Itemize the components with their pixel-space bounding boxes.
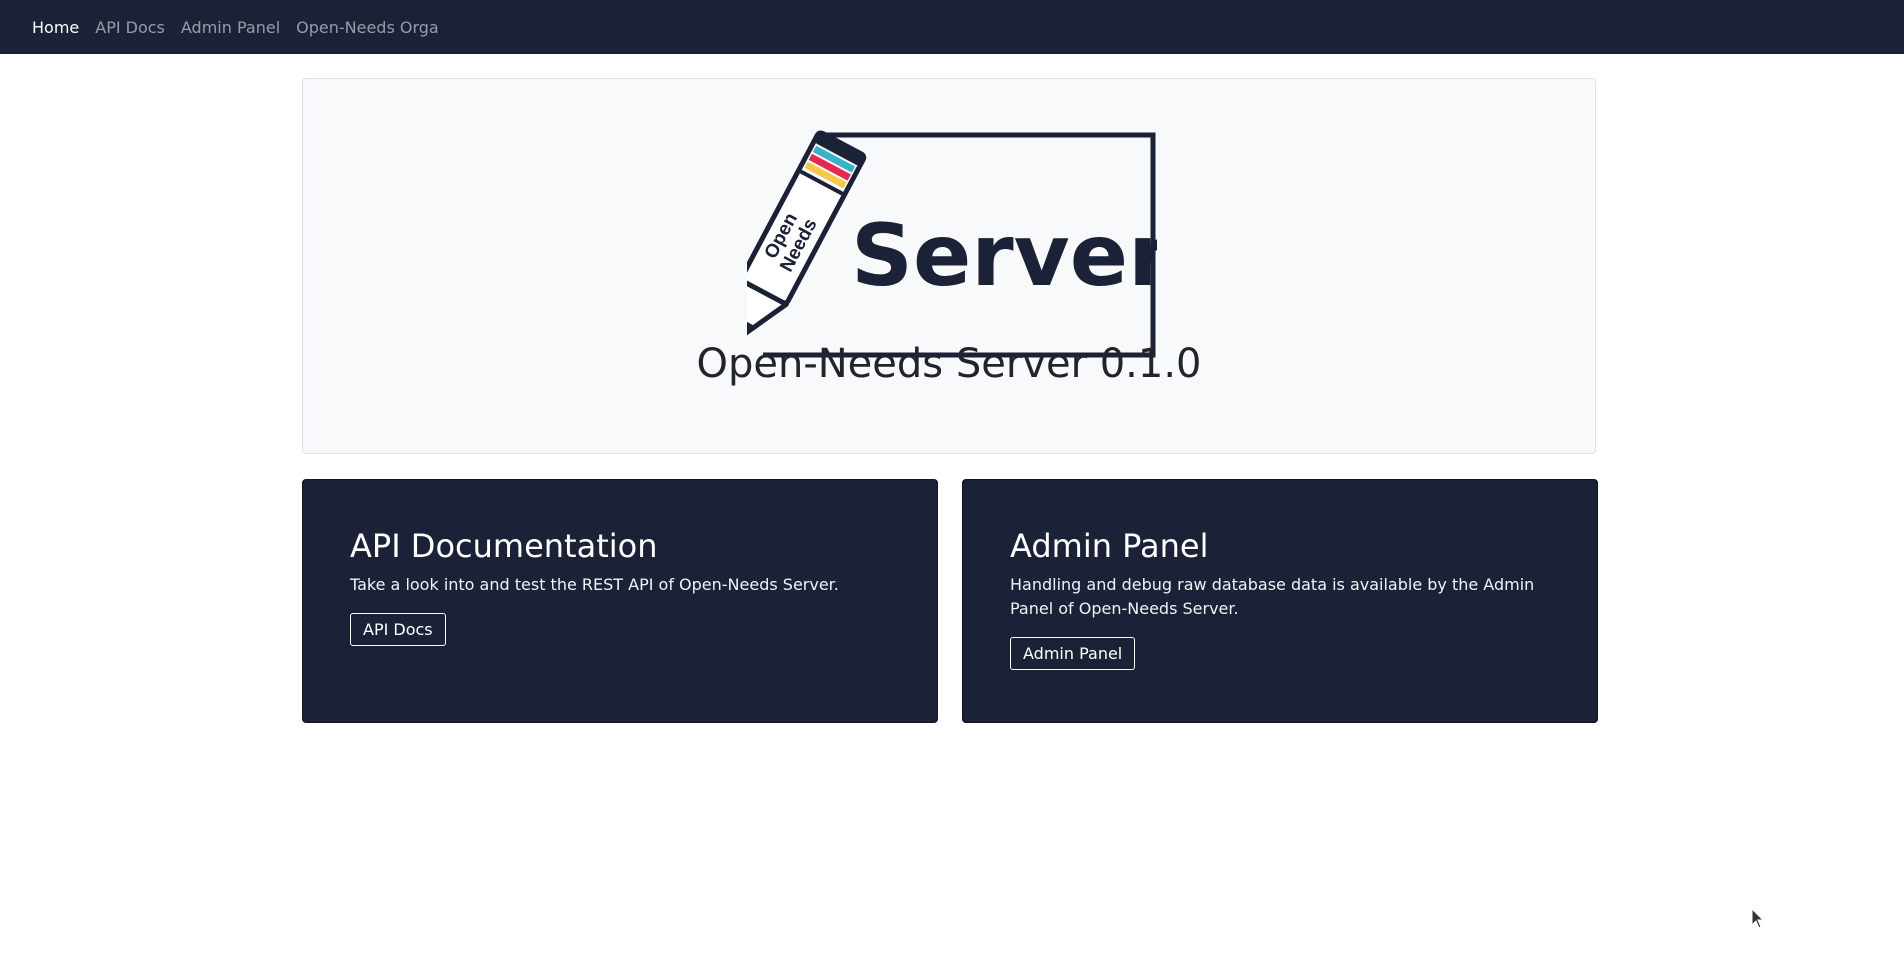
open-needs-server-logo: Open Needs Server [747, 130, 1157, 358]
nav-api-docs-link[interactable]: API Docs [95, 18, 165, 37]
api-docs-button[interactable]: API Docs [350, 613, 446, 647]
page-title: Open-Needs Server 0.1.0 [696, 341, 1202, 387]
api-documentation-title: API Documentation [350, 527, 658, 565]
api-documentation-text: Take a look into and test the REST API o… [350, 575, 839, 595]
mouse-cursor-icon [1751, 908, 1765, 929]
admin-panel-button[interactable]: Admin Panel [1010, 637, 1136, 671]
api-documentation-card: API Documentation Take a look into and t… [302, 479, 938, 723]
nav-admin-panel-link[interactable]: Admin Panel [181, 18, 280, 37]
admin-panel-text: Handling and debug raw database data is … [1010, 575, 1535, 619]
nav-open-needs-orga-link[interactable]: Open-Needs Orga [296, 18, 439, 37]
admin-panel-card: Admin Panel Handling and debug raw datab… [962, 479, 1598, 723]
top-navbar: Home API Docs Admin Panel Open-Needs Org… [0, 0, 1904, 54]
logo-server-word: Server [851, 206, 1157, 306]
nav-home-link[interactable]: Home [32, 18, 79, 37]
admin-panel-title: Admin Panel [1010, 527, 1209, 565]
hero-jumbotron: Open Needs Server Open-Needs Server 0.1.… [302, 78, 1596, 454]
